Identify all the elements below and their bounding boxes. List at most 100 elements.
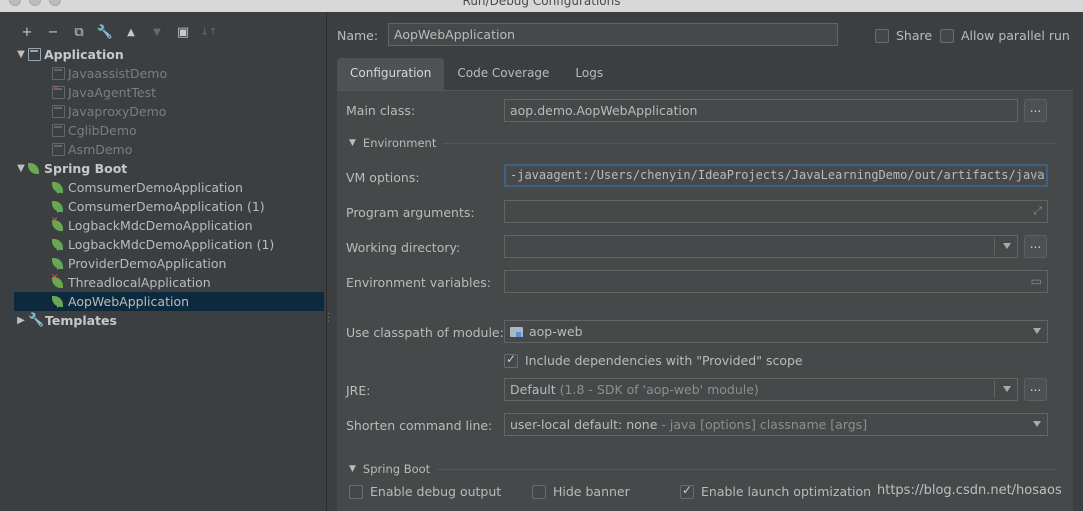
tree-group-spring-boot[interactable]: ▼ Spring Boot: [14, 159, 324, 178]
tree-item-javaproxydemo[interactable]: JavaproxyDemo: [14, 102, 324, 121]
application-icon: [28, 48, 41, 61]
chevron-down-icon[interactable]: [1033, 328, 1041, 334]
sidebar-toolbar: + − ⧉ 🔧 ▲ ▼ ▣ ↓↑: [14, 22, 222, 42]
enable-debug-checkbox[interactable]: [349, 484, 363, 499]
tab-code-coverage[interactable]: Code Coverage: [444, 58, 562, 90]
module-folder-icon: [510, 327, 523, 337]
spring-boot-error-icon: ✕: [51, 273, 65, 289]
environment-variables-input[interactable]: ▭: [504, 270, 1048, 293]
shorten-command-line-select[interactable]: user-local default: none - java [options…: [504, 413, 1048, 436]
section-collapse-icon[interactable]: ▼: [349, 138, 356, 148]
allow-parallel-option[interactable]: Allow parallel run: [940, 28, 1070, 43]
vm-options-label: VM options:: [346, 170, 420, 185]
tree-item-logbackmdcdemoapplication-1[interactable]: LogbackMdcDemoApplication (1): [14, 235, 324, 254]
tree-item-javaagenttest[interactable]: ✕ JavaAgentTest: [14, 83, 324, 102]
program-arguments-label: Program arguments:: [346, 205, 475, 220]
window-titlebar: Run/Debug Configurations: [0, 0, 1083, 12]
configuration-editor: Name: AopWebApplication Share Allow para…: [327, 12, 1083, 511]
new-folder-button[interactable]: ▣: [170, 22, 196, 42]
jre-select[interactable]: Default (1.8 - SDK of 'aop-web' module): [504, 378, 1018, 401]
remove-configuration-button[interactable]: −: [40, 22, 66, 42]
chevron-down-icon[interactable]: [1003, 386, 1011, 392]
main-class-browse-button[interactable]: ...: [1024, 99, 1047, 122]
launch-optimization-checkbox[interactable]: [680, 483, 694, 499]
expand-icon[interactable]: ⤢: [1033, 204, 1042, 218]
jre-browse-button[interactable]: ...: [1024, 378, 1047, 401]
tree-item-threadlocalapplication[interactable]: ✕ ThreadlocalApplication: [14, 273, 324, 292]
application-icon: [52, 143, 65, 156]
spring-boot-run-icon: [52, 181, 65, 194]
allow-parallel-label: Allow parallel run: [961, 28, 1070, 43]
tree-item-comsumerdemoapplication-1[interactable]: ComsumerDemoApplication (1): [14, 197, 324, 216]
working-directory-label: Working directory:: [346, 240, 461, 255]
add-configuration-button[interactable]: +: [14, 22, 40, 42]
application-icon: [52, 67, 65, 80]
environment-section[interactable]: ▼ Environment: [349, 136, 1057, 150]
application-error-icon: ✕: [52, 84, 65, 99]
wrench-icon: 🔧: [96, 24, 114, 40]
expand-arrow-icon[interactable]: ▼: [14, 49, 28, 60]
allow-parallel-checkbox[interactable]: [940, 28, 954, 43]
application-icon: [52, 105, 65, 118]
application-icon: [52, 124, 65, 137]
share-checkbox[interactable]: [875, 28, 889, 43]
configuration-panel: Main class: aop.demo.AopWebApplication .…: [337, 90, 1073, 511]
name-input[interactable]: AopWebApplication: [388, 23, 838, 46]
folder-browse-icon[interactable]: ▭: [1031, 274, 1042, 288]
spring-boot-run-icon: [52, 200, 65, 213]
share-option[interactable]: Share: [875, 28, 932, 43]
expand-icon[interactable]: ⤢: [1032, 169, 1041, 183]
working-directory-browse-button[interactable]: ...: [1024, 235, 1047, 258]
configurations-sidebar: + − ⧉ 🔧 ▲ ▼ ▣ ↓↑ ▼ Application Javaassis…: [0, 12, 326, 511]
chevron-down-icon[interactable]: [1033, 421, 1041, 427]
main-class-input[interactable]: aop.demo.AopWebApplication: [504, 99, 1018, 122]
classpath-module-select[interactable]: aop-web: [504, 320, 1048, 343]
launch-optimization-option[interactable]: Enable launch optimization: [680, 483, 871, 499]
tree-item-comsumerdemoapplication[interactable]: ComsumerDemoApplication: [14, 178, 324, 197]
tree-group-application[interactable]: ▼ Application: [14, 45, 324, 64]
section-collapse-icon[interactable]: ▼: [349, 464, 356, 474]
spring-boot-run-icon: [52, 238, 65, 251]
tree-item-aopwebapplication[interactable]: AopWebApplication: [14, 292, 324, 311]
config-tabs: Configuration Code Coverage Logs: [337, 58, 616, 90]
enable-debug-option[interactable]: Enable debug output: [349, 484, 501, 499]
tree-item-providerdemoapplication[interactable]: ProviderDemoApplication: [14, 254, 324, 273]
move-down-button[interactable]: ▼: [144, 22, 170, 42]
chevron-down-icon[interactable]: [1003, 243, 1011, 249]
working-directory-input[interactable]: [504, 235, 1018, 258]
tree-item-cglibdemo[interactable]: CglibDemo: [14, 121, 324, 140]
sort-configurations-button[interactable]: ↓↑: [196, 22, 222, 42]
move-up-button[interactable]: ▲: [118, 22, 144, 42]
copy-configuration-button[interactable]: ⧉: [66, 22, 92, 42]
main-class-label: Main class:: [346, 103, 416, 118]
wrench-icon: 🔧: [28, 313, 45, 328]
tree-group-templates[interactable]: ▶ 🔧 Templates: [14, 311, 324, 330]
vm-options-input[interactable]: -javaagent:/Users/chenyin/IdeaProjects/J…: [504, 164, 1048, 187]
tab-configuration[interactable]: Configuration: [337, 58, 445, 90]
spring-boot-run-icon: [52, 295, 65, 308]
section-divider: [437, 468, 1057, 470]
classpath-module-label: Use classpath of module:: [346, 325, 504, 340]
program-arguments-input[interactable]: ⤢: [504, 200, 1048, 223]
spring-boot-icon: [28, 162, 41, 175]
section-divider: [443, 142, 1057, 144]
collapse-arrow-icon[interactable]: ▶: [14, 315, 28, 326]
jre-label: JRE:: [346, 383, 371, 398]
include-dependencies-option[interactable]: Include dependencies with "Provided" sco…: [504, 352, 803, 368]
spring-boot-run-icon: [52, 257, 65, 270]
include-dependencies-checkbox[interactable]: [504, 352, 518, 368]
hide-banner-option[interactable]: Hide banner: [532, 484, 630, 499]
edit-defaults-button[interactable]: 🔧: [92, 22, 118, 42]
hide-banner-checkbox[interactable]: [532, 484, 546, 499]
shorten-command-line-label: Shorten command line:: [346, 418, 493, 433]
environment-variables-label: Environment variables:: [346, 275, 491, 290]
tree-item-asmdemo[interactable]: AsmDemo: [14, 140, 324, 159]
window-title: Run/Debug Configurations: [462, 0, 621, 8]
tab-logs[interactable]: Logs: [562, 58, 616, 90]
tree-item-logbackmdcdemoapplication[interactable]: ✕ LogbackMdcDemoApplication: [14, 216, 324, 235]
tree-item-javaassistdemo[interactable]: JavaassistDemo: [14, 64, 324, 83]
name-label: Name:: [337, 28, 379, 43]
spring-boot-section[interactable]: ▼ Spring Boot: [349, 462, 1057, 476]
expand-arrow-icon[interactable]: ▼: [14, 163, 28, 174]
spring-boot-error-icon: ✕: [51, 216, 65, 232]
